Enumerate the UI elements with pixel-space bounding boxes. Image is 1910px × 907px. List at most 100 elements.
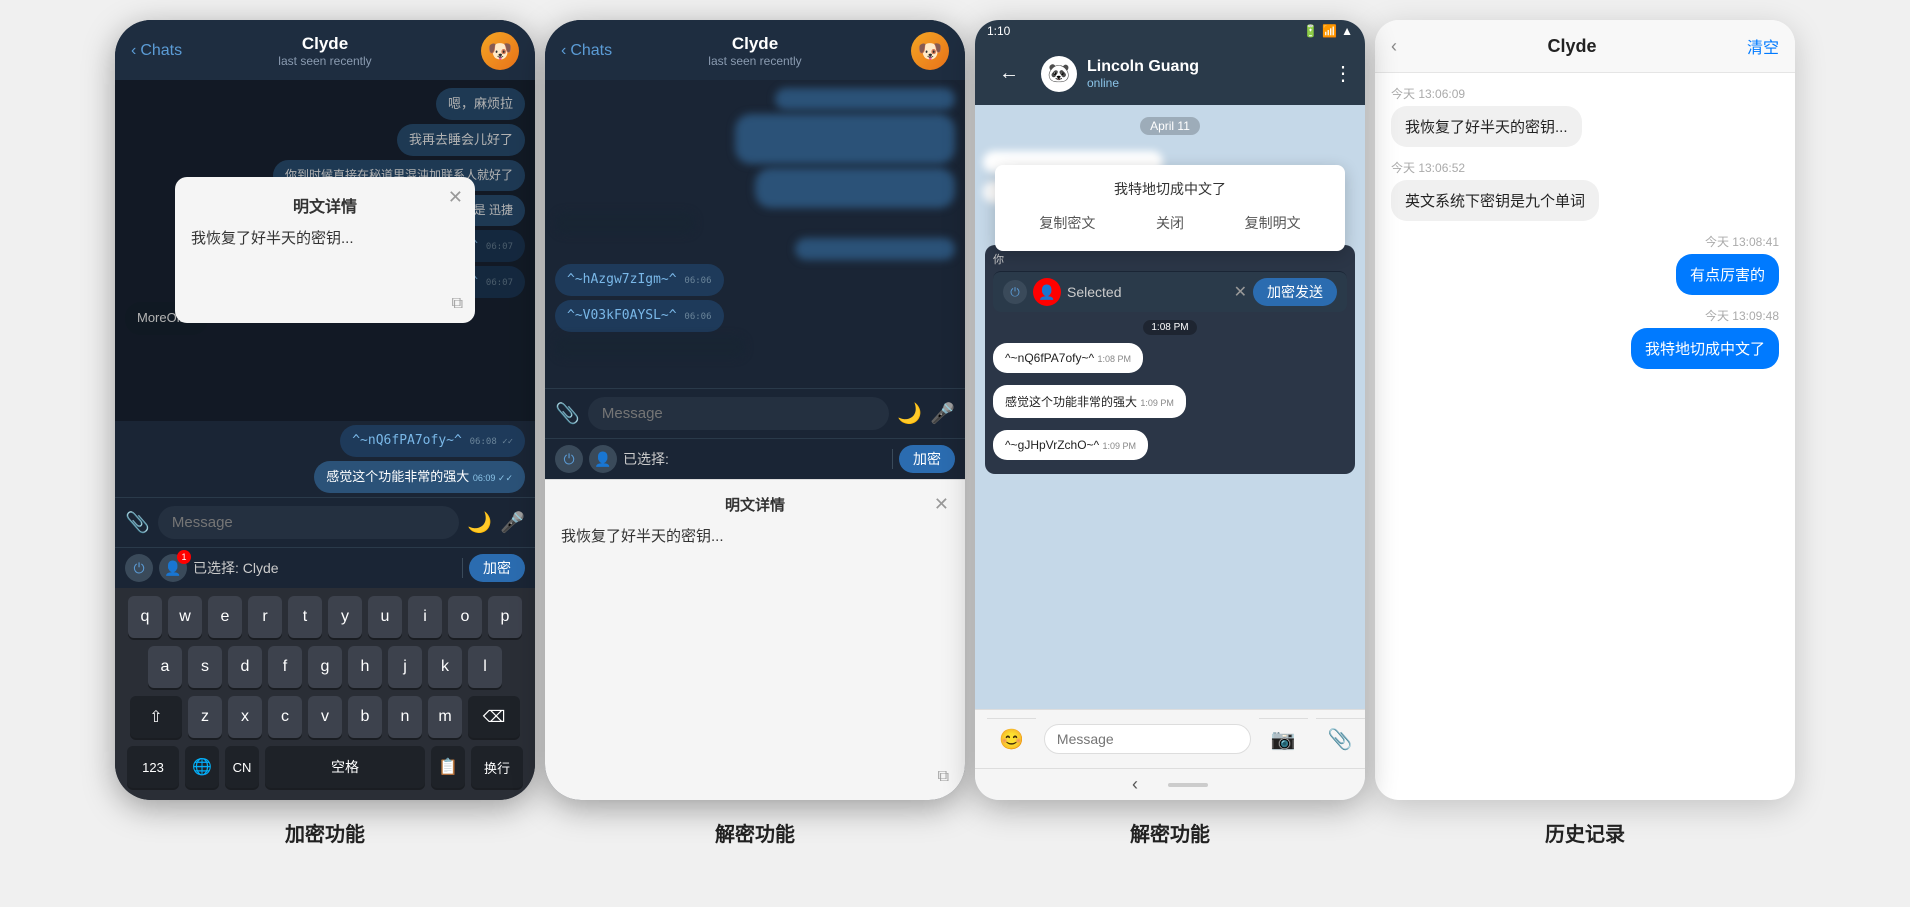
popup-close-button[interactable]: ✕ xyxy=(448,187,463,208)
emoji-icon[interactable]: 🌙 xyxy=(467,510,492,535)
encrypt-button[interactable]: 加密 xyxy=(469,554,525,582)
key-u[interactable]: u xyxy=(368,596,402,638)
user-icon-android[interactable]: 👤 xyxy=(1033,278,1061,306)
key-d[interactable]: d xyxy=(228,646,262,688)
key-j[interactable]: j xyxy=(388,646,422,688)
attachment-icon[interactable]: 📎 xyxy=(555,401,580,426)
encrypted-bubble[interactable]: ^~hAzgw7zIgm~^ 06:06 xyxy=(555,264,724,296)
message-input[interactable] xyxy=(158,506,459,539)
message-input-android[interactable] xyxy=(1044,724,1251,754)
attachment-icon-android[interactable]: 📎 xyxy=(1316,718,1365,760)
key-t[interactable]: t xyxy=(288,596,322,638)
nav-back[interactable]: ‹ xyxy=(1132,774,1138,795)
key-c[interactable]: c xyxy=(268,696,302,738)
key-s[interactable]: s xyxy=(188,646,222,688)
popup2-close[interactable]: ✕ xyxy=(934,494,949,515)
android-contact-info: Lincoln Guang online xyxy=(1087,58,1323,90)
mic-icon[interactable]: 🎤 xyxy=(930,401,955,426)
msg-bubble-android[interactable]: ^~nQ6fPA7ofy~^ 1:08 PM xyxy=(993,343,1143,373)
key-q[interactable]: q xyxy=(128,596,162,638)
msg-bubble-android[interactable]: ^~gJHpVrZchO~^ 1:09 PM xyxy=(993,430,1148,460)
key-backspace[interactable]: ⌫ xyxy=(468,696,520,738)
key-w[interactable]: w xyxy=(168,596,202,638)
encrypt-phone: ‹ Chats Clyde last seen recently 🐶 嗯，麻烦拉… xyxy=(115,20,535,800)
history-back-button[interactable]: ‹ xyxy=(1391,36,1397,57)
encrypted-bubble[interactable]: ^~V03kF0AYSL~^ 06:06 xyxy=(555,300,724,332)
history-panel: ‹ Clyde 清空 今天 13:06:09 我恢复了好半天的密钥... 今天 … xyxy=(1375,20,1795,800)
key-globe[interactable]: 🌐 xyxy=(185,746,219,788)
key-m[interactable]: m xyxy=(428,696,462,738)
encrypt-button-2[interactable]: 加密 xyxy=(899,445,955,473)
blurred-bubble[interactable] xyxy=(795,238,955,260)
blurred-bubble[interactable] xyxy=(735,114,955,164)
key-clipboard[interactable]: 📋 xyxy=(431,746,465,788)
history-bubble[interactable]: 我特地切成中文了 xyxy=(1631,328,1779,369)
key-i[interactable]: i xyxy=(408,596,442,638)
key-f[interactable]: f xyxy=(268,646,302,688)
key-x[interactable]: x xyxy=(228,696,262,738)
copy-icon[interactable]: ⧉ xyxy=(452,295,463,313)
key-r[interactable]: r xyxy=(248,596,282,638)
table-row xyxy=(755,168,955,208)
blurred-bubble[interactable] xyxy=(555,336,745,358)
keyboard-row-2: a s d f g h j k l xyxy=(119,646,531,688)
history-clear-button[interactable]: 清空 xyxy=(1747,34,1779,58)
table-row: ^~gJHpVrZchO~^ 1:09 PM xyxy=(993,430,1347,464)
copy-plain-button[interactable]: 复制明文 xyxy=(1237,209,1309,237)
key-g[interactable]: g xyxy=(308,646,342,688)
phone1-avatar[interactable]: 🐶 xyxy=(481,32,519,70)
key-l[interactable]: l xyxy=(468,646,502,688)
key-k[interactable]: k xyxy=(428,646,462,688)
user-icon[interactable]: 👤 1 xyxy=(159,554,187,582)
msg-bubble-android[interactable]: 感觉这个功能非常的强大 1:09 PM xyxy=(993,385,1186,418)
user-icon[interactable]: 👤 xyxy=(589,445,617,473)
message-input-bar-2: 📎 🌙 🎤 xyxy=(545,388,965,438)
power-icon[interactable]: ⏻ xyxy=(555,445,583,473)
camera-icon-android[interactable]: 📷 xyxy=(1259,718,1308,760)
key-n[interactable]: n xyxy=(388,696,422,738)
key-o[interactable]: o xyxy=(448,596,482,638)
power-icon[interactable]: ⏻ xyxy=(125,554,153,582)
popup-overlay: 明文详情 ✕ 我恢复了好半天的密钥... ⧉ xyxy=(115,80,535,421)
more-icon[interactable]: ⋮ xyxy=(1333,61,1353,86)
copy-cipher-button[interactable]: 复制密文 xyxy=(1031,209,1103,237)
history-bubble[interactable]: 英文系统下密钥是九个单词 xyxy=(1391,180,1599,221)
attachment-icon[interactable]: 📎 xyxy=(125,510,150,535)
key-b[interactable]: b xyxy=(348,696,382,738)
android-encrypt-button[interactable]: 加密发送 xyxy=(1253,278,1337,306)
key-p[interactable]: p xyxy=(488,596,522,638)
key-y[interactable]: y xyxy=(328,596,362,638)
key-v[interactable]: v xyxy=(308,696,342,738)
blurred-bubble[interactable] xyxy=(775,88,955,110)
close-button[interactable]: 关闭 xyxy=(1148,209,1192,237)
key-space[interactable]: 空格 xyxy=(265,746,425,788)
key-123[interactable]: 123 xyxy=(127,746,179,788)
key-e[interactable]: e xyxy=(208,596,242,638)
chevron-left-icon: ‹ xyxy=(561,42,566,60)
emoji-icon[interactable]: 🌙 xyxy=(897,401,922,426)
phone2-back[interactable]: ‹ Chats xyxy=(561,42,612,60)
history-bubble[interactable]: 有点厉害的 xyxy=(1676,254,1779,295)
copy-icon-2[interactable]: ⧉ xyxy=(938,768,949,786)
msg-time: 今天 13:06:52 xyxy=(1391,159,1465,176)
mic-icon[interactable]: 🎤 xyxy=(500,510,525,535)
blurred-bubble[interactable] xyxy=(755,168,955,208)
key-return[interactable]: 换行 xyxy=(471,746,523,788)
nav-home[interactable] xyxy=(1168,783,1208,787)
power-icon-android[interactable]: ⏻ xyxy=(1003,280,1027,304)
history-bubble[interactable]: 我恢复了好半天的密钥... xyxy=(1391,106,1582,147)
popup-close-android[interactable]: ✕ xyxy=(1234,282,1247,302)
android-back-arrow[interactable]: ← xyxy=(987,52,1031,95)
phone1-back[interactable]: ‹ Chats xyxy=(131,42,182,60)
msg-bubble[interactable]: 感觉这个功能非常的强大 06:09 ✓✓ xyxy=(314,461,525,493)
encrypted-bubble[interactable]: ^~nQ6fPA7ofy~^ 06:08 ✓✓ xyxy=(340,425,525,457)
phone2-avatar[interactable]: 🐶 xyxy=(911,32,949,70)
message-input-2[interactable] xyxy=(588,397,889,430)
key-a[interactable]: a xyxy=(148,646,182,688)
key-h[interactable]: h xyxy=(348,646,382,688)
key-z[interactable]: z xyxy=(188,696,222,738)
key-cn[interactable]: CN xyxy=(225,746,259,788)
blurred-bubble[interactable] xyxy=(555,212,695,234)
emoji-icon-android[interactable]: 😊 xyxy=(987,718,1036,760)
key-shift[interactable]: ⇧ xyxy=(130,696,182,738)
